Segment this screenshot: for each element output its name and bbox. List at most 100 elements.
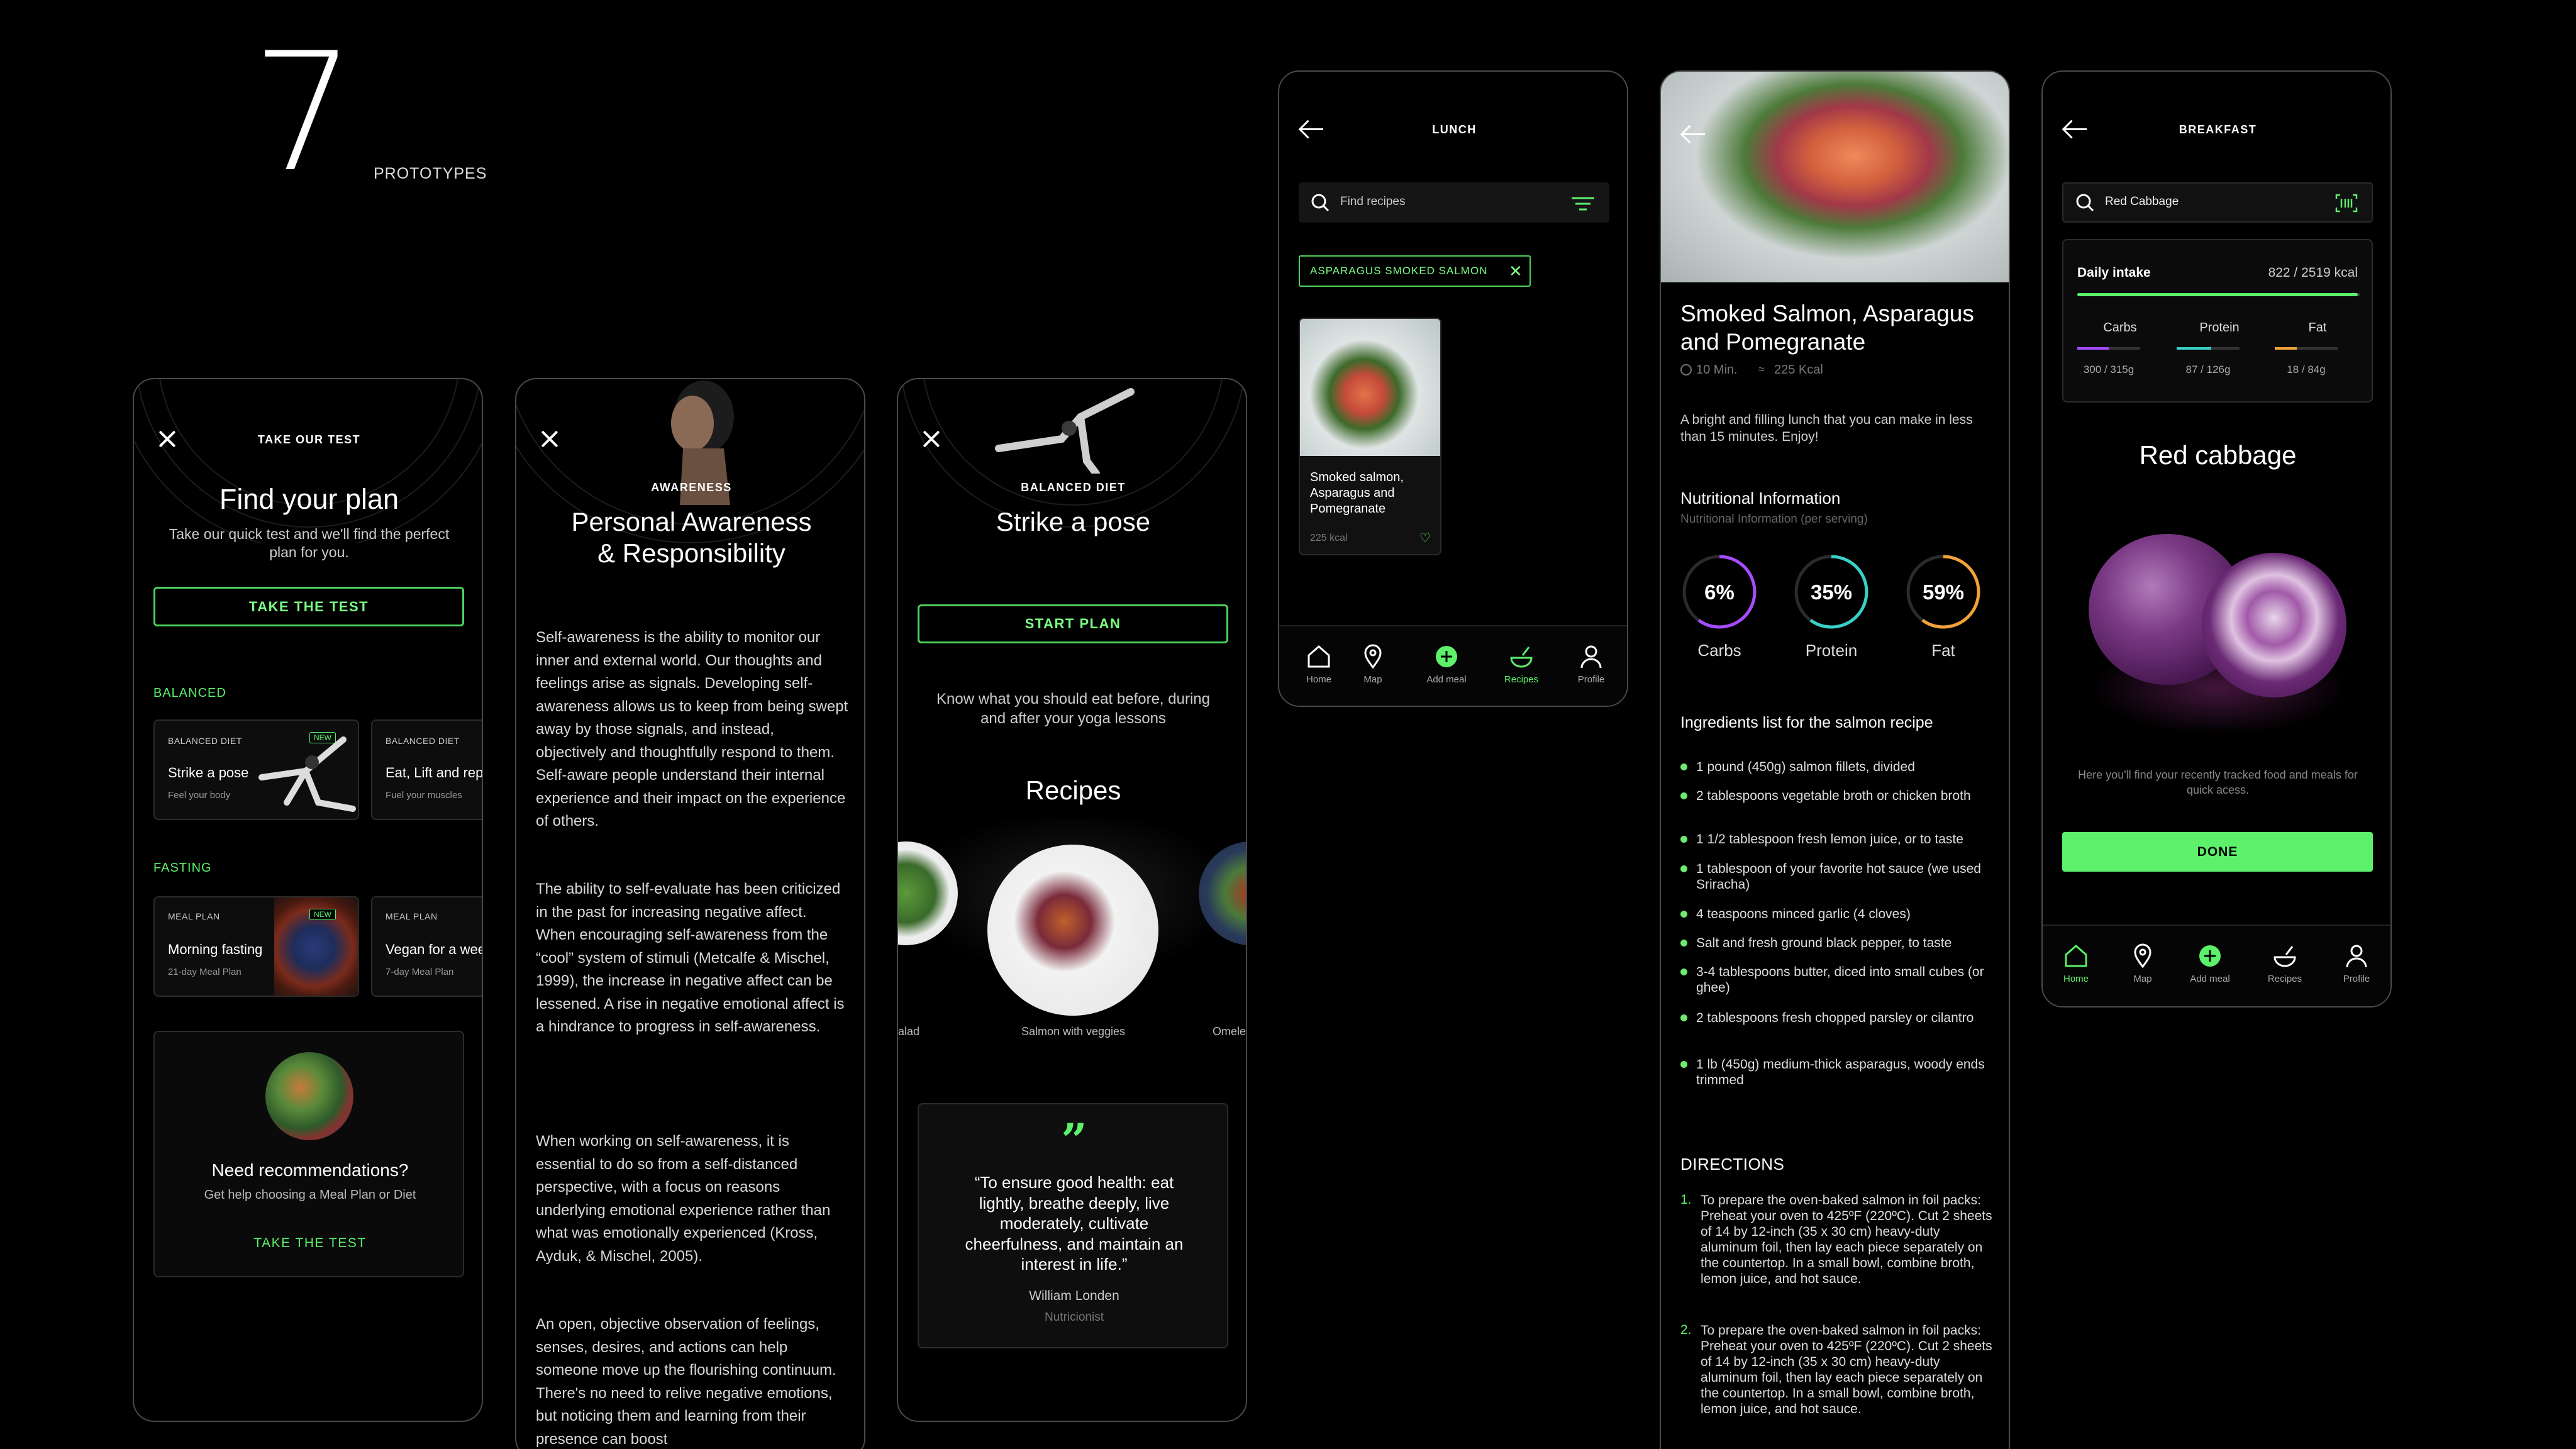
ingredient-bullet	[1680, 1014, 1687, 1021]
food-title: Red cabbage	[2139, 440, 2297, 470]
chip-close-icon[interactable]: ✕	[1509, 263, 1523, 279]
direction-number: 1.	[1680, 1192, 1692, 1207]
add-icon	[2199, 945, 2221, 967]
card-tag: MEAL PLAN	[168, 911, 220, 921]
tab-recipes[interactable]: Recipes	[1487, 644, 1556, 685]
ingredient-item: 1 pound (450g) salmon fillets, divided	[1696, 760, 1915, 774]
map-pin-icon	[1364, 644, 1382, 669]
home-icon	[1307, 645, 1330, 668]
recipes-bowl-icon	[2273, 946, 2296, 967]
recipe-card-salmon[interactable]: Smoked salmon, Asparagus and Pomegranate…	[1299, 318, 1441, 555]
done-button[interactable]: DONE	[2062, 832, 2373, 872]
direction-step-2: To prepare the oven-baked salmon in foil…	[1701, 1323, 1992, 1416]
tab-map[interactable]: Map	[2114, 943, 2171, 984]
article-paragraph-4: An open, objective observation of feelin…	[536, 1316, 836, 1448]
plan-card-morning-fasting[interactable]: MEAL PLAN NEW Morning fasting 21-day Mea…	[153, 896, 359, 997]
article-paragraph-3: When working on self-awareness, it is es…	[536, 1133, 831, 1265]
tab-bar: Home Map Add meal Recipes Profile	[1279, 625, 1627, 706]
macro-ring-fat: 59% Fat	[1904, 553, 1982, 672]
daily-intake-fill	[2077, 293, 2358, 296]
red-cabbage-image-right	[2202, 553, 2346, 697]
card-title: Vegan for a week	[386, 941, 483, 957]
tab-label: Recipes	[1504, 674, 1539, 685]
plan-card-strike-a-pose[interactable]: BALANCED DIET NEW Strike a pose Feel you…	[153, 719, 359, 820]
filter-icon[interactable]	[1572, 196, 1594, 211]
recipe-label-omelette: Omele	[1213, 1025, 1246, 1038]
tab-home[interactable]: Home	[2048, 943, 2104, 984]
plan-card-eat-lift-rep[interactable]: BALANCED DIET Eat, Lift and rep Fuel you…	[371, 719, 482, 820]
card-kcal: 225 kcal	[1310, 533, 1348, 543]
tab-map[interactable]: Map	[1345, 644, 1401, 685]
new-badge: NEW	[309, 909, 336, 920]
screen-tag: BALANCED DIET	[1021, 481, 1126, 494]
tab-label: Map	[1363, 674, 1382, 685]
tab-label: Home	[2063, 974, 2089, 984]
barcode-scan-icon[interactable]	[2335, 194, 2358, 213]
nutrition-title: Nutritional Information	[1680, 489, 1841, 508]
active-filter-chip[interactable]: ASPARAGUS SMOKED SALMON ✕	[1299, 255, 1531, 287]
plan-description: Know what you should eat before, during …	[936, 691, 1210, 727]
direction-step-1: To prepare the oven-baked salmon in foil…	[1701, 1193, 1992, 1286]
card-tag: BALANCED DIET	[168, 736, 242, 746]
search-icon	[1311, 194, 1330, 212]
recipe-label-salmon: Salmon with veggies	[1021, 1025, 1126, 1038]
tab-add-meal[interactable]: Add meal	[2175, 943, 2245, 984]
page-title-line2: & Responsibility	[597, 538, 786, 568]
macro-bar-fill	[2177, 347, 2211, 350]
salad-bowl-image	[265, 1052, 353, 1140]
recipes-heading: Recipes	[1025, 775, 1121, 805]
direction-number: 2.	[1680, 1323, 1692, 1337]
ingredient-bullet	[1680, 763, 1687, 770]
screen-tag: AWARENESS	[651, 481, 732, 494]
ingredient-bullet	[1680, 911, 1687, 918]
prototype-count: 7	[252, 18, 355, 208]
tab-home[interactable]: Home	[1291, 644, 1347, 685]
tab-profile[interactable]: Profile	[1563, 644, 1619, 685]
chip-label: ASPARAGUS SMOKED SALMON	[1310, 265, 1488, 277]
search-input[interactable]: Red Cabbage	[2105, 195, 2179, 209]
card-subtitle: Feel your body	[168, 790, 231, 801]
ingredient-item: 1 lb (450g) medium-thick asparagus, wood…	[1696, 1057, 1985, 1087]
card-title: Morning fasting	[168, 941, 263, 957]
search-input[interactable]: Find recipes	[1340, 195, 1406, 209]
close-icon[interactable]	[539, 428, 560, 450]
card-tag: BALANCED DIET	[386, 736, 460, 746]
card-title: Strike a pose	[168, 765, 249, 780]
ingredient-item: 1 1/2 tablespoon fresh lemon juice, or t…	[1696, 832, 1963, 847]
back-arrow-icon[interactable]	[1681, 125, 1706, 144]
ingredient-bullet	[1680, 865, 1687, 872]
macro-percent: 59%	[1922, 580, 1965, 604]
screen-title: LUNCH	[1432, 123, 1477, 136]
tab-profile[interactable]: Profile	[2328, 943, 2385, 984]
macro-bar-label: Carbs	[2103, 321, 2137, 335]
ingredient-item: 3-4 tablespoons butter, diced into small…	[1696, 965, 1984, 995]
search-bar[interactable]: Red Cabbage	[2062, 182, 2373, 223]
card-title: Smoked salmon, Asparagus and Pomegranate	[1310, 470, 1404, 516]
plan-card-vegan[interactable]: MEAL PLAN Vegan for a week 7-day Meal Pl…	[371, 896, 483, 997]
close-icon[interactable]	[921, 428, 942, 450]
prototypes-label: PROTOTYPES	[374, 165, 487, 182]
tab-add-meal[interactable]: Add meal	[1412, 644, 1481, 685]
macro-bar-fill	[2077, 347, 2109, 350]
tab-label: Map	[2133, 974, 2152, 984]
start-plan-button[interactable]: START PLAN	[918, 604, 1228, 643]
decorative-arcs	[134, 379, 482, 543]
macro-bar-label: Fat	[2308, 321, 2327, 335]
recipe-plate-salmon[interactable]	[987, 845, 1158, 1016]
reco-take-test-link[interactable]: TAKE THE TEST	[155, 1236, 463, 1251]
recipe-description: A bright and filling lunch that you can …	[1680, 413, 1973, 444]
tab-recipes[interactable]: Recipes	[2250, 943, 2319, 984]
macro-bar-track	[2275, 347, 2338, 350]
reco-title: Need recommendations?	[211, 1160, 409, 1180]
heart-icon[interactable]: ♡	[1419, 530, 1431, 546]
helper-text: Here you'll find your recently tracked f…	[2078, 769, 2358, 796]
screen-title: BREAKFAST	[2179, 123, 2257, 136]
macro-label: Fat	[1931, 641, 1955, 660]
ingredient-bullet	[1680, 1061, 1687, 1068]
take-test-button[interactable]: TAKE THE TEST	[153, 587, 464, 626]
search-bar[interactable]: Find recipes	[1299, 182, 1609, 223]
quote-card: ” “To ensure good health: eat lightly, b…	[918, 1103, 1228, 1348]
search-icon	[2076, 194, 2094, 212]
salmon-hero-image	[1661, 72, 2009, 282]
reco-subtitle: Get help choosing a Meal Plan or Diet	[204, 1188, 416, 1202]
